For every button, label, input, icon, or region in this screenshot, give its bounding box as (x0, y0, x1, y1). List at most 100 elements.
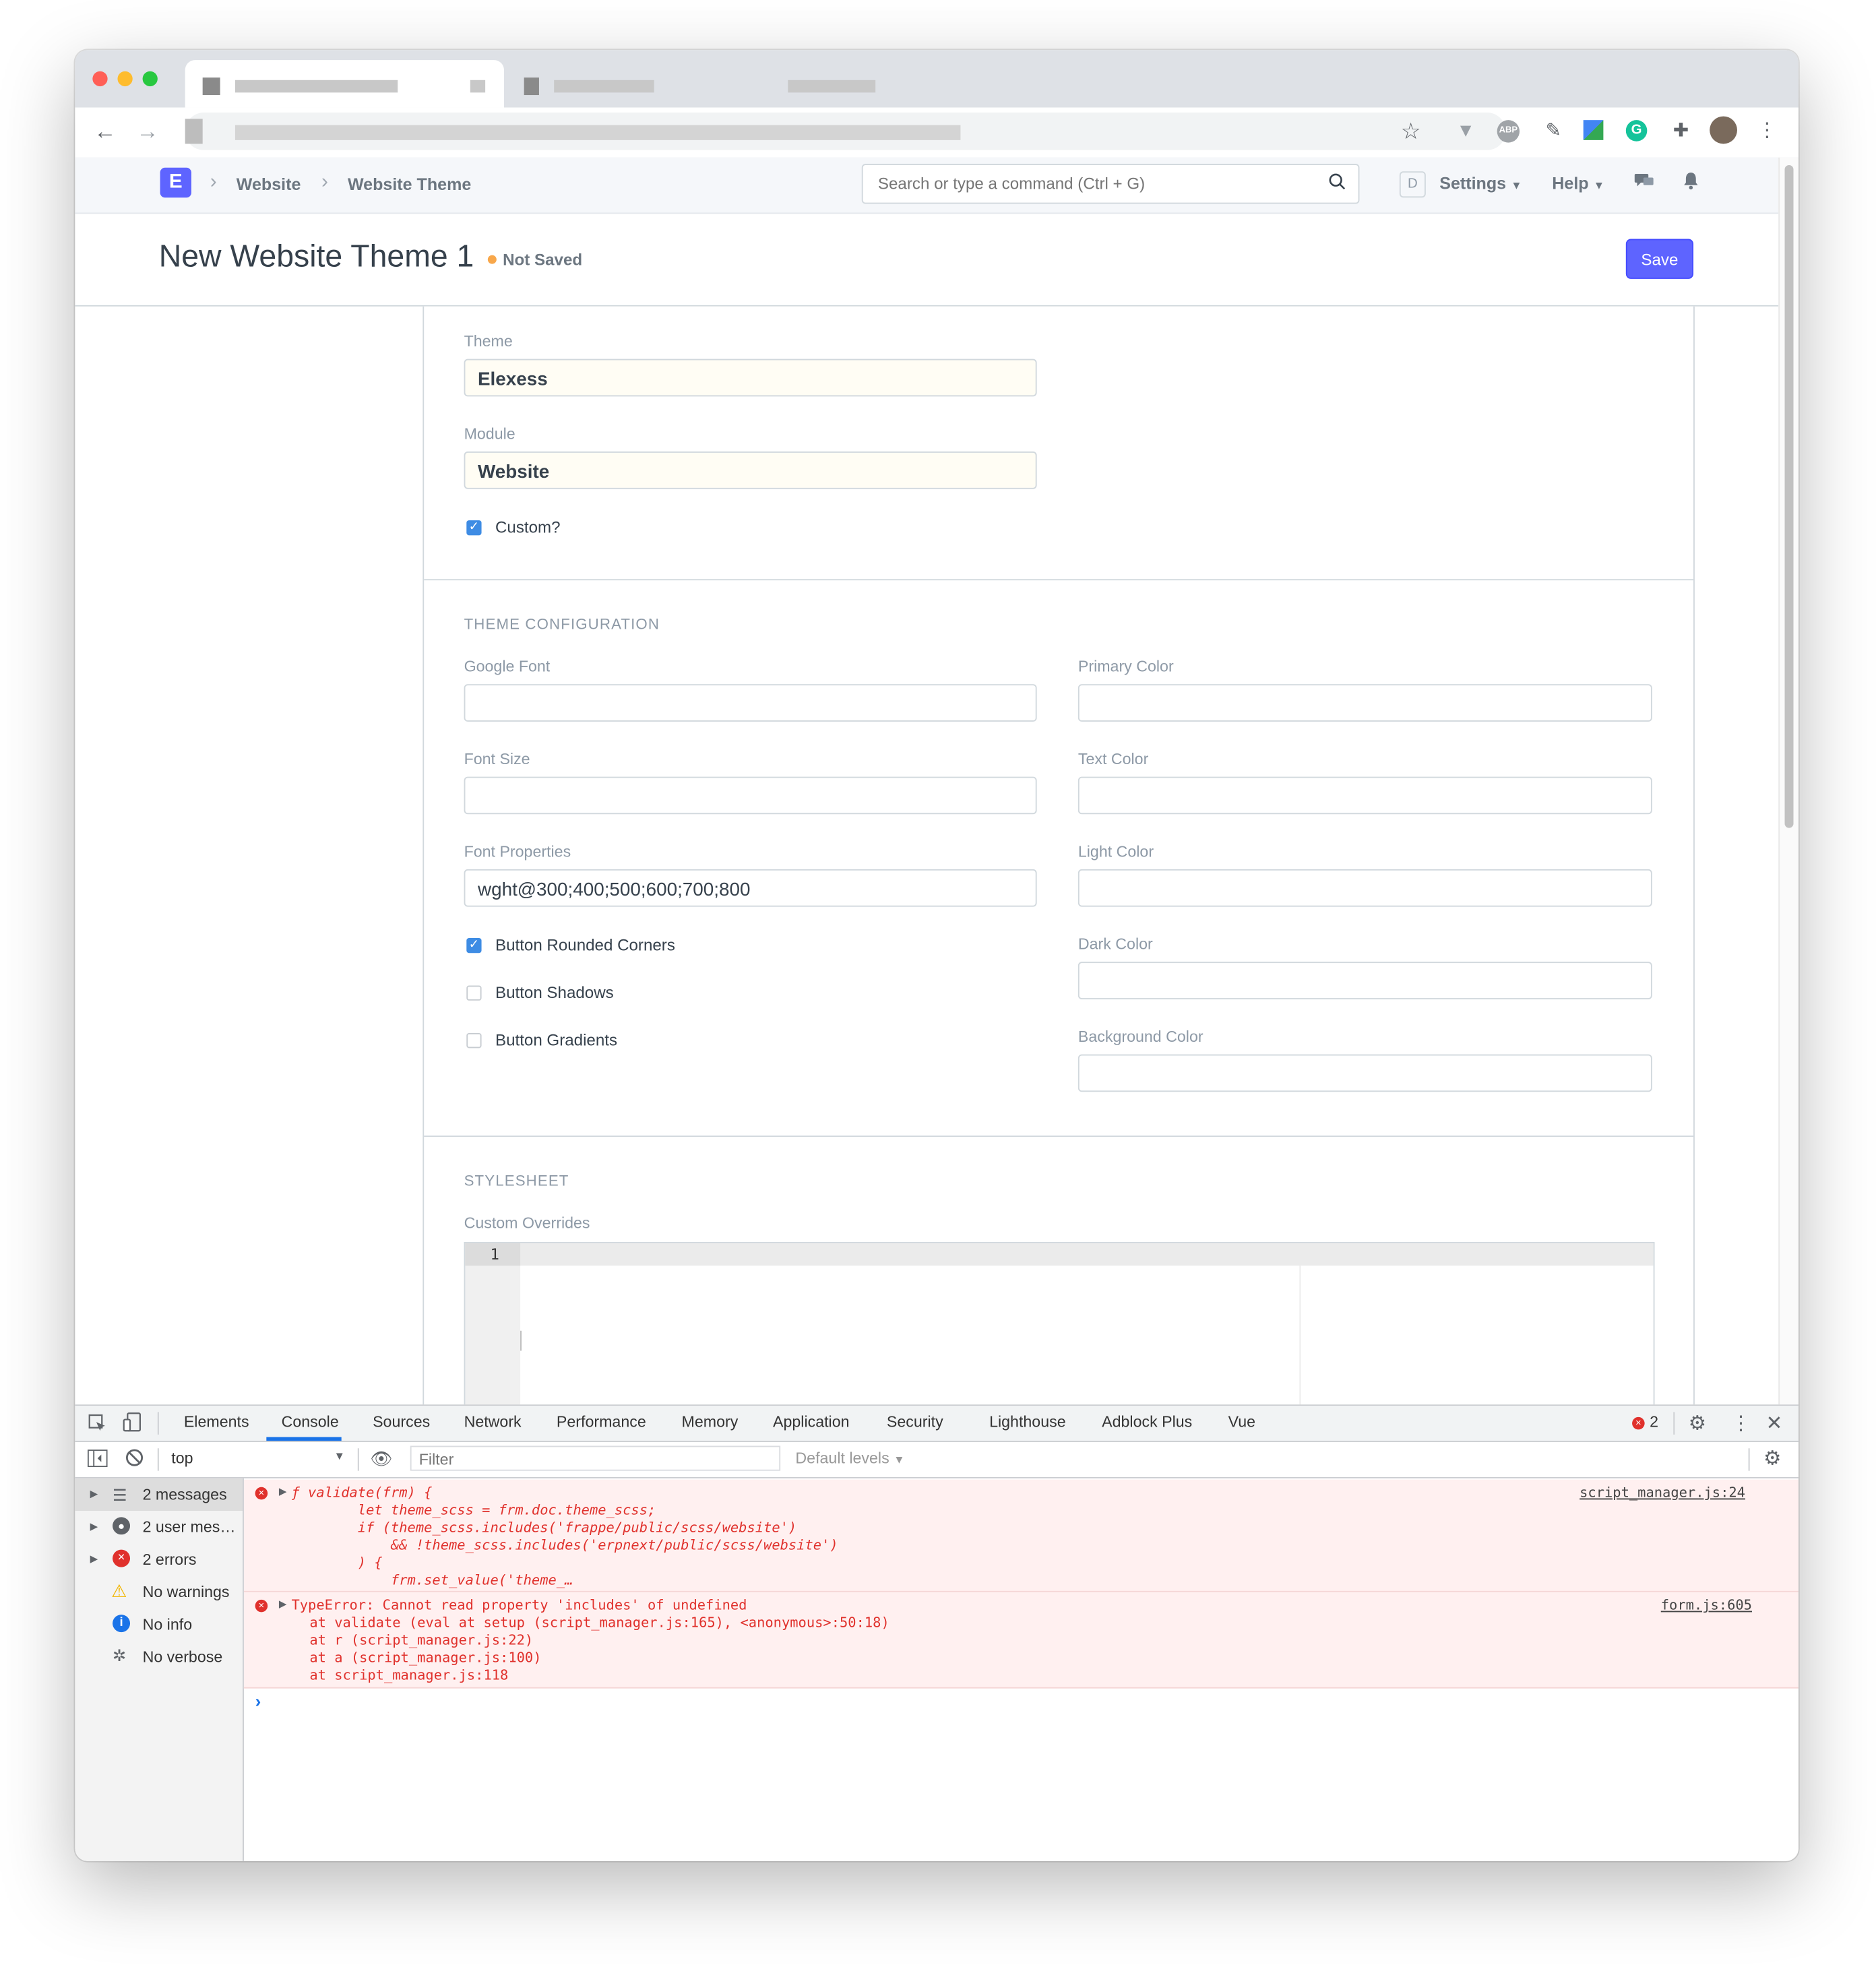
sidebar-toggle-icon[interactable] (87, 1449, 108, 1468)
tab-adblock-plus[interactable]: Adblock Plus (1102, 1413, 1192, 1431)
adblock-extension-icon[interactable]: ABP (1497, 120, 1520, 143)
chevron-right-icon: › (210, 171, 217, 193)
sidebar-item-verbose[interactable]: No verbose (143, 1648, 223, 1666)
extension-icon[interactable]: ✚ (1668, 119, 1693, 144)
maximize-window-button[interactable] (142, 71, 158, 87)
google-font-field[interactable] (464, 684, 1037, 722)
code-line: ) { (291, 1555, 383, 1571)
page-scrollbar[interactable] (1778, 157, 1799, 1405)
back-icon[interactable]: ← (92, 119, 117, 144)
sidebar-item-errors[interactable]: 2 errors (143, 1551, 197, 1568)
kebab-icon[interactable]: ⋮ (1731, 1411, 1751, 1436)
light-color-field[interactable] (1077, 869, 1652, 907)
breadcrumb-website[interactable]: Website (237, 175, 301, 194)
google-extension-icon[interactable] (1583, 120, 1604, 140)
levels-dropdown[interactable]: Default levels ▼ (795, 1449, 904, 1467)
eyedropper-extension-icon[interactable]: ✎ (1541, 119, 1566, 144)
tab-elements[interactable]: Elements (184, 1413, 249, 1431)
section-title-theme-configuration: THEME CONFIGURATION (464, 615, 660, 633)
tab-security[interactable]: Security (887, 1413, 943, 1431)
profile-avatar[interactable] (1710, 116, 1737, 144)
tab-vue[interactable]: Vue (1228, 1413, 1255, 1431)
vue-extension-icon[interactable]: ▼ (1453, 119, 1478, 144)
expand-arrow-icon[interactable]: ▶ (90, 1553, 98, 1565)
context-selector[interactable]: top ▼ (171, 1449, 346, 1470)
background-color-field[interactable] (1077, 1054, 1652, 1092)
search-input[interactable] (875, 173, 1319, 194)
grammarly-extension-icon[interactable]: G (1625, 120, 1648, 142)
user-avatar[interactable]: D (1399, 171, 1426, 198)
filter-box[interactable] (410, 1445, 781, 1471)
primary-color-field[interactable] (1077, 684, 1652, 722)
star-icon[interactable]: ☆ (1398, 119, 1423, 144)
app-logo[interactable]: E (160, 167, 191, 198)
clear-console-icon[interactable] (125, 1448, 144, 1467)
console-sidebar: ▶ ☰ 2 messages ▶ ● 2 user mes… ▶ × 2 err… (75, 1478, 244, 1861)
expand-arrow-icon[interactable]: ▶ (90, 1489, 98, 1500)
tab-performance[interactable]: Performance (557, 1413, 646, 1431)
bell-icon[interactable] (1682, 171, 1699, 190)
settings-dropdown[interactable]: Settings ▼ (1439, 174, 1522, 193)
minimize-window-button[interactable] (117, 71, 133, 87)
button-gradients-checkbox[interactable] (466, 1033, 482, 1049)
stack-line: at a (script_manager.js:100) (276, 1650, 542, 1666)
editor-cursor (520, 1330, 522, 1351)
form-body: Theme Elexess Module Website ✓ Custom? T… (423, 306, 1695, 1408)
sidebar-item-warnings[interactable]: No warnings (143, 1584, 230, 1601)
font-properties-field[interactable]: wght@300;400;500;600;700;800 (464, 869, 1037, 907)
sidebar-item-messages[interactable]: 2 messages (143, 1486, 227, 1503)
code-editor[interactable]: 1 (464, 1242, 1655, 1408)
active-tab-indicator (266, 1437, 342, 1441)
forward-icon[interactable]: → (135, 119, 160, 144)
sidebar-item-info[interactable]: No info (143, 1616, 193, 1633)
source-link[interactable]: form.js:605 (1661, 1597, 1752, 1613)
active-browser-tab[interactable] (185, 60, 504, 108)
eye-icon[interactable]: 👁 (370, 1448, 392, 1470)
close-icon[interactable]: ✕ (1766, 1411, 1783, 1436)
button-shadows-checkbox[interactable] (466, 985, 482, 1001)
console-prompt[interactable]: › (255, 1691, 261, 1711)
warning-icon: ⚠ (111, 1580, 127, 1601)
scrollbar-thumb[interactable] (1784, 164, 1794, 828)
line-number: 1 (490, 1245, 499, 1264)
breadcrumb-website-theme[interactable]: Website Theme (348, 175, 471, 194)
help-dropdown[interactable]: Help ▼ (1552, 174, 1604, 193)
tab-application[interactable]: Application (773, 1413, 850, 1431)
font-size-field[interactable] (464, 776, 1037, 815)
text-color-field[interactable] (1077, 776, 1652, 815)
save-button[interactable]: Save (1625, 239, 1694, 279)
chat-icon[interactable] (1633, 173, 1655, 190)
browser-toolbar: ← → ☆ ▼ ABP ✎ G ✚ ⋮ (75, 107, 1799, 159)
module-field[interactable]: Website (464, 451, 1037, 489)
inspect-element-icon[interactable] (88, 1413, 108, 1433)
theme-field[interactable]: Elexess (464, 358, 1037, 397)
tab-lighthouse[interactable]: Lighthouse (989, 1413, 1066, 1431)
source-link[interactable]: script_manager.js:24 (1580, 1485, 1745, 1501)
console-settings-gear-icon[interactable]: ⚙ (1763, 1446, 1782, 1471)
custom-checkbox[interactable]: ✓ (466, 520, 482, 536)
device-toolbar-icon[interactable] (123, 1412, 143, 1432)
button-rounded-corners-checkbox[interactable]: ✓ (466, 938, 482, 954)
expand-arrow-icon[interactable]: ▶ (279, 1486, 286, 1497)
tab-sources[interactable]: Sources (373, 1413, 430, 1431)
close-window-button[interactable] (92, 71, 108, 87)
text-color-label: Text Color (1077, 750, 1149, 768)
sidebar-item-user-messages[interactable]: 2 user mes… (143, 1518, 236, 1536)
tab-console[interactable]: Console (282, 1413, 339, 1431)
tab-memory[interactable]: Memory (682, 1413, 739, 1431)
address-bar[interactable] (185, 113, 1506, 150)
font-properties-label: Font Properties (464, 842, 571, 861)
settings-gear-icon[interactable]: ⚙ (1689, 1411, 1707, 1436)
expand-arrow-icon[interactable]: ▶ (279, 1598, 286, 1610)
filter-input[interactable] (416, 1449, 772, 1470)
inactive-browser-tab[interactable] (519, 60, 919, 108)
caret-down-icon: ▼ (334, 1449, 346, 1462)
search-icon[interactable] (1328, 173, 1346, 190)
expand-arrow-icon[interactable]: ▶ (90, 1521, 98, 1532)
chevron-right-icon: › (321, 171, 328, 193)
error-count-badge[interactable]: 2 (1650, 1413, 1658, 1431)
dark-color-field[interactable] (1077, 962, 1652, 999)
search-bar[interactable] (861, 164, 1360, 204)
tab-network[interactable]: Network (464, 1413, 522, 1431)
kebab-icon[interactable]: ⋮ (1755, 119, 1780, 144)
